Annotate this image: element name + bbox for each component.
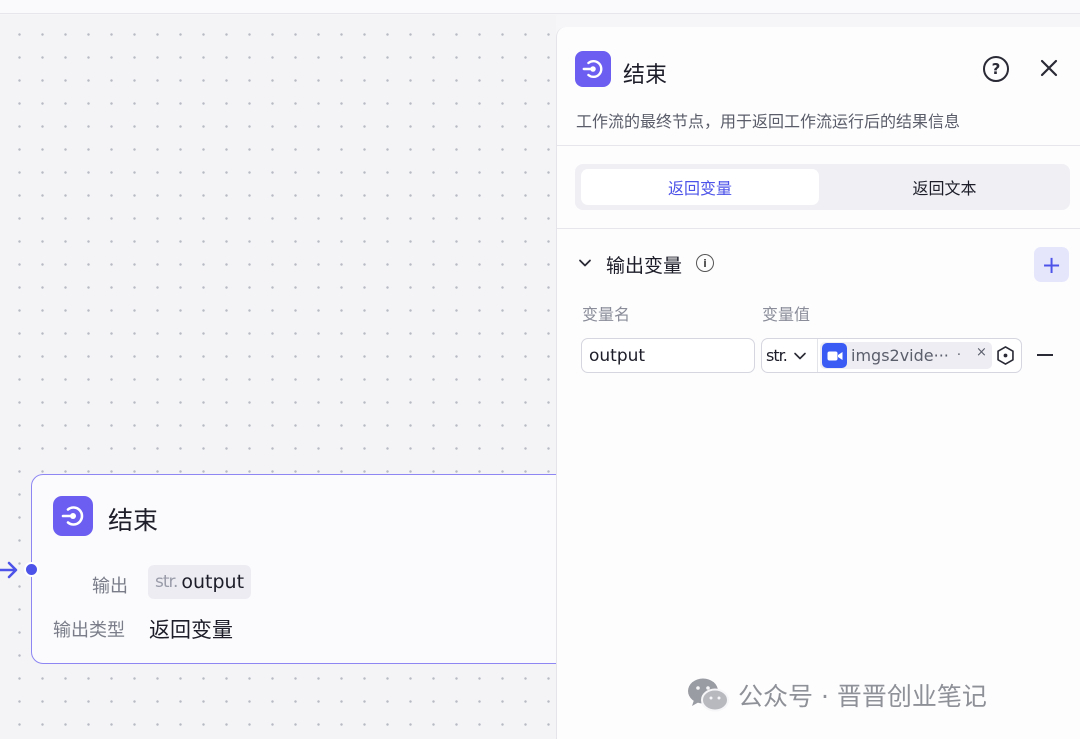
node-output-type: str.: [155, 572, 178, 592]
wechat-icon: [688, 678, 729, 712]
node-type-label: 输出类型: [53, 620, 125, 641]
node-output-label: 输出: [92, 576, 128, 597]
variable-type-label: str.: [766, 346, 788, 365]
variable-picker-icon[interactable]: [995, 345, 1016, 366]
reference-text: imgs2vide···: [851, 346, 949, 365]
section-title: 输出变量: [606, 255, 683, 277]
variable-name-input[interactable]: output: [581, 338, 755, 373]
end-node-icon: [575, 51, 611, 87]
column-header-name: 变量名: [582, 305, 631, 324]
watermark-text: 公众号 · 晋晋创业笔记: [738, 682, 987, 711]
end-node-card[interactable]: 结束 输出 str. output 输出类型 返回变量: [31, 474, 571, 664]
node-title: 结束: [108, 506, 159, 535]
node-settings-panel: 结束 ? 工作流的最终节点，用于返回工作流运行后的结果信息 返回变量 返回文本 …: [556, 27, 1080, 739]
variable-type-select[interactable]: str.: [764, 339, 818, 372]
tab-return-text[interactable]: 返回文本: [825, 169, 1064, 205]
panel-description: 工作流的最终节点，用于返回工作流运行后的结果信息: [576, 112, 961, 131]
panel-title: 结束: [623, 63, 668, 88]
reference-separator: ·: [956, 348, 962, 363]
node-type-value: 返回变量: [149, 618, 233, 642]
video-icon: [822, 343, 847, 368]
top-bar: [0, 0, 1080, 14]
help-icon[interactable]: ?: [983, 56, 1009, 82]
info-icon[interactable]: i: [696, 254, 714, 272]
tab-return-variables[interactable]: 返回变量: [581, 169, 819, 205]
node-output-chip: str. output: [148, 565, 252, 599]
end-node-icon: [53, 496, 93, 536]
return-mode-tabs: 返回变量 返回文本: [575, 164, 1070, 210]
chevron-down-icon: [794, 352, 806, 359]
remove-reference-icon[interactable]: ×: [976, 345, 987, 360]
close-icon[interactable]: [1037, 56, 1061, 80]
node-output-value: output: [181, 571, 245, 593]
divider: [557, 145, 1080, 146]
column-header-value: 变量值: [762, 305, 811, 324]
node-input-port[interactable]: [24, 562, 39, 577]
variable-value-field: str. imgs2vide··· · ×: [761, 338, 1022, 373]
variable-reference-chip[interactable]: imgs2vide··· · ×: [820, 342, 992, 369]
chevron-down-icon[interactable]: [577, 255, 593, 271]
remove-variable-button[interactable]: [1037, 354, 1053, 356]
divider: [557, 228, 1080, 229]
add-variable-button[interactable]: +: [1034, 247, 1069, 282]
watermark: 公众号 · 晋晋创业笔记: [686, 676, 987, 714]
connection-arrow-icon: [0, 561, 18, 579]
